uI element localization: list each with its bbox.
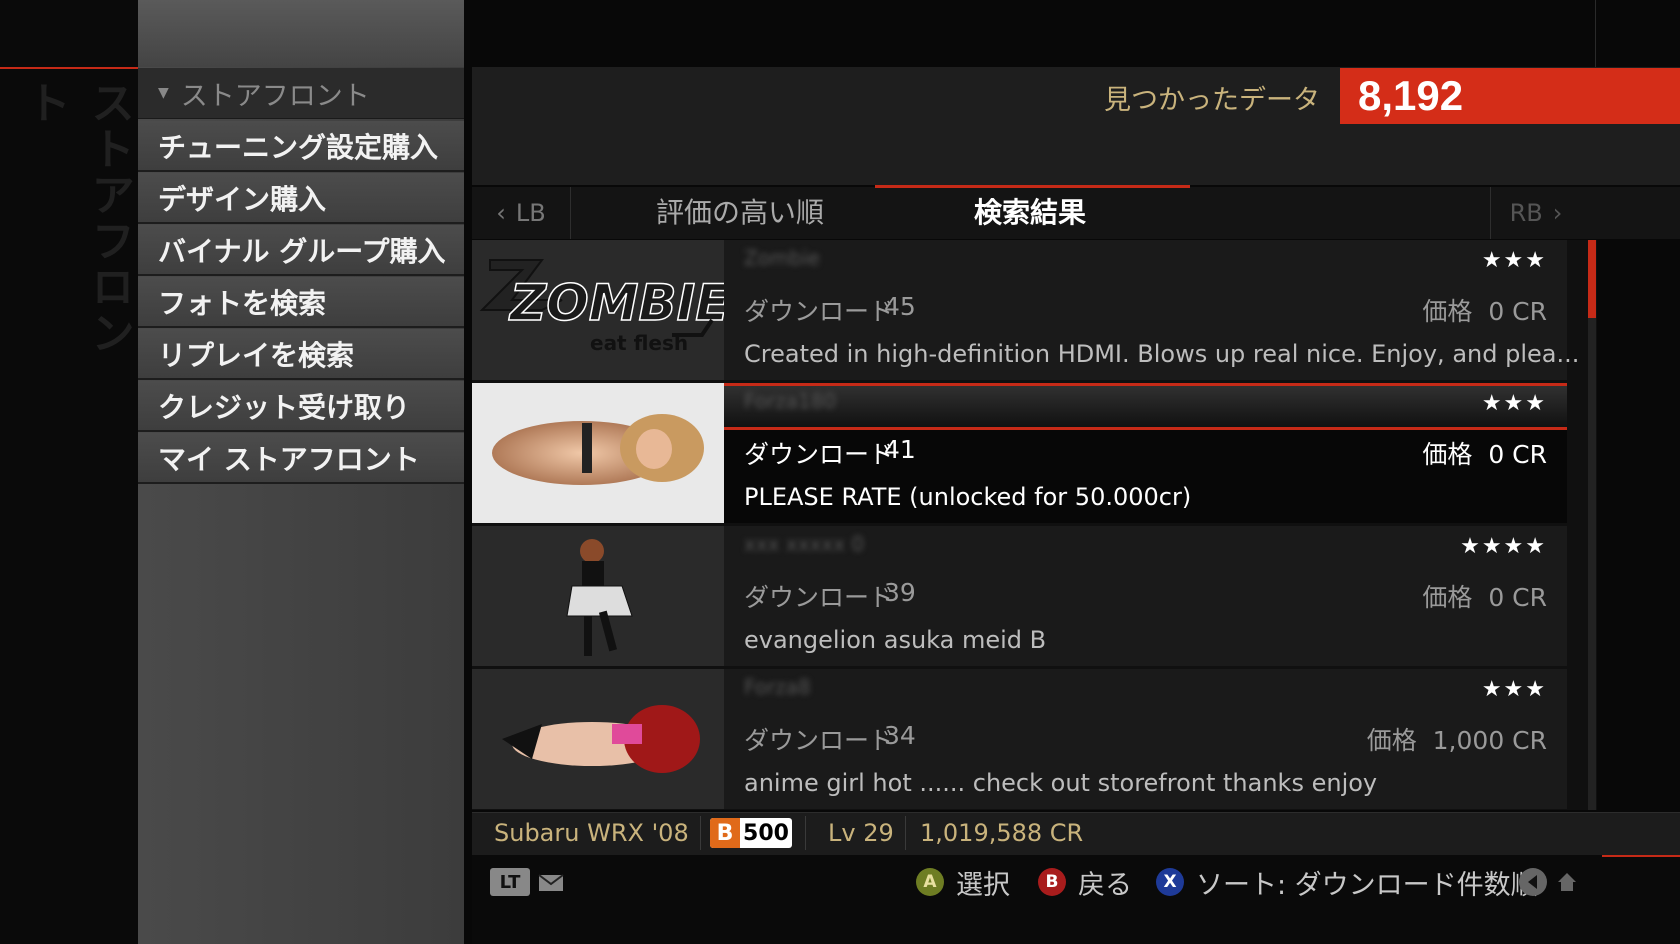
price-label: 価格 [1366, 726, 1417, 755]
creator-name: xxx xxxxx 0 [744, 532, 865, 556]
home-icon[interactable] [1556, 871, 1578, 893]
divider [805, 816, 806, 850]
x-button-icon: X [1156, 868, 1184, 896]
divider [700, 816, 701, 850]
hint-label: 選択 [956, 869, 1010, 901]
list-item[interactable]: xxx xxxxx 0 ★★★★ ダウンロード 39 価格 0 CR evang… [472, 526, 1567, 666]
result-info: Forza8 ★★★ ダウンロード 34 価格 1,000 CR anime g… [724, 669, 1567, 809]
chevron-right-icon: › [1552, 199, 1563, 227]
hint-sort[interactable]: X ソート: ダウンロード件数順 [1156, 862, 1538, 902]
download-count: 45 [884, 292, 916, 321]
result-info: Forza180 ★★★ ダウンロード 41 価格 0 CR PLEASE RA… [724, 383, 1567, 523]
divider [905, 816, 906, 850]
rating-stars: ★★★★ [1460, 534, 1547, 559]
result-info: xxx xxxxx 0 ★★★★ ダウンロード 39 価格 0 CR evang… [724, 526, 1567, 666]
list-item[interactable]: ZOMBIE eat flesh Zombie ★★★ ダウンロード 45 価格… [472, 240, 1579, 380]
credits: 1,019,588 CR [920, 819, 1084, 847]
download-count: 39 [884, 578, 916, 607]
selection-line [724, 383, 1567, 386]
a-button-icon: A [916, 868, 944, 896]
download-count: 41 [884, 435, 916, 464]
menu-item-replay-search[interactable]: リプレイを検索 [138, 329, 464, 380]
rating-stars: ★★★ [1481, 677, 1547, 702]
menu-item-collect-credits[interactable]: クレジット受け取り [138, 381, 464, 432]
design-thumbnail [472, 669, 724, 809]
menu-item-tuning[interactable]: チューニング設定購入 [138, 121, 464, 172]
lt-button-icon[interactable]: LT [490, 868, 530, 896]
tab-prev-button[interactable]: ‹ LB [472, 187, 571, 239]
download-label: ダウンロード [744, 583, 895, 612]
price-value: 1,000 CR [1432, 726, 1547, 755]
description: PLEASE RATE (unlocked for 50.000cr) [744, 483, 1192, 511]
section-vertical-title: ストアフロント [19, 80, 134, 356]
hint-select[interactable]: A 選択 [916, 862, 1010, 902]
rating-stars: ★★★ [1481, 391, 1547, 416]
description: anime girl hot ...... check out storefro… [744, 769, 1378, 797]
price: 価格 0 CR [1422, 435, 1547, 471]
hint-label: 戻る [1078, 869, 1132, 901]
description: Created in high-definition HDMI. Blows u… [744, 340, 1580, 368]
price-value: 0 CR [1488, 583, 1547, 612]
rb-label: RB [1509, 199, 1543, 227]
result-info: Zombie ★★★ ダウンロード 45 価格 0 CR Created in … [724, 240, 1579, 380]
price-value: 0 CR [1488, 440, 1547, 469]
price-label: 価格 [1422, 297, 1473, 326]
accent-line [0, 67, 138, 69]
price-label: 価格 [1422, 440, 1473, 469]
mail-icon[interactable] [538, 874, 564, 892]
lb-label: LB [515, 199, 546, 227]
tab-top-rated[interactable]: 評価の高い順 [600, 190, 880, 236]
price: 価格 0 CR [1422, 578, 1547, 614]
download-label: ダウンロード [744, 440, 895, 469]
download-label: ダウンロード [744, 726, 895, 755]
scrollbar-thumb[interactable] [1588, 240, 1596, 318]
car-class: B [710, 818, 740, 848]
price: 価格 0 CR [1422, 292, 1547, 328]
price-label: 価格 [1422, 583, 1473, 612]
creator-name: Forza180 [744, 389, 837, 413]
menu-item-design[interactable]: デザイン購入 [138, 173, 464, 224]
car-name: Subaru WRX '08 [494, 819, 689, 847]
found-count-badge: 8,192 [1340, 68, 1680, 124]
menu-item-my-storefront[interactable]: マイ ストアフロント [138, 433, 464, 484]
list-item[interactable]: Forza8 ★★★ ダウンロード 34 価格 1,000 CR anime g… [472, 669, 1567, 809]
class-badge: B 500 [710, 818, 792, 848]
creator-name: Zombie [744, 246, 820, 270]
found-data-label: 見つかったデータ [1104, 85, 1320, 116]
thumb-text: ZOMBIE [508, 274, 724, 332]
nav-icons [1518, 866, 1578, 898]
hint-back[interactable]: B 戻る [1038, 862, 1132, 902]
design-thumbnail [472, 383, 724, 523]
caret-down-icon: ▼ [158, 85, 169, 101]
divider [1595, 0, 1596, 67]
chevron-left-icon: ‹ [496, 199, 506, 227]
sidebar-top-panel [138, 0, 464, 67]
hint-label: ソート: ダウンロード件数順 [1196, 869, 1538, 901]
description: evangelion asuka meid B [744, 626, 1047, 654]
accent-line [1602, 855, 1680, 857]
design-thumbnail: ZOMBIE eat flesh [472, 240, 724, 380]
menu-header[interactable]: ▼ ストアフロント [138, 68, 464, 119]
design-thumbnail [472, 526, 724, 666]
rating-stars: ★★★ [1481, 248, 1547, 273]
download-count: 34 [884, 721, 916, 750]
driver-level: Lv 29 [828, 819, 894, 847]
active-tab-indicator [875, 185, 1190, 188]
list-item-selected[interactable]: Forza180 ★★★ ダウンロード 41 価格 0 CR PLEASE RA… [472, 383, 1567, 523]
creator-name: Forza8 [744, 675, 811, 699]
download-label: ダウンロード [744, 297, 895, 326]
b-button-icon: B [1038, 868, 1066, 896]
price-value: 0 CR [1488, 297, 1547, 326]
tab-next-button[interactable]: RB › [1490, 187, 1581, 239]
scrollbar[interactable] [1588, 240, 1596, 810]
menu-item-photo-search[interactable]: フォトを検索 [138, 277, 464, 328]
tab-search-results[interactable]: 検索結果 [930, 190, 1130, 236]
car-pi: 500 [743, 820, 789, 846]
menu-header-label: ストアフロント [180, 80, 370, 112]
menu-item-vinyl-group[interactable]: バイナル グループ購入 [138, 225, 464, 276]
price: 価格 1,000 CR [1367, 721, 1547, 757]
left-dpad-icon[interactable] [1518, 867, 1548, 897]
